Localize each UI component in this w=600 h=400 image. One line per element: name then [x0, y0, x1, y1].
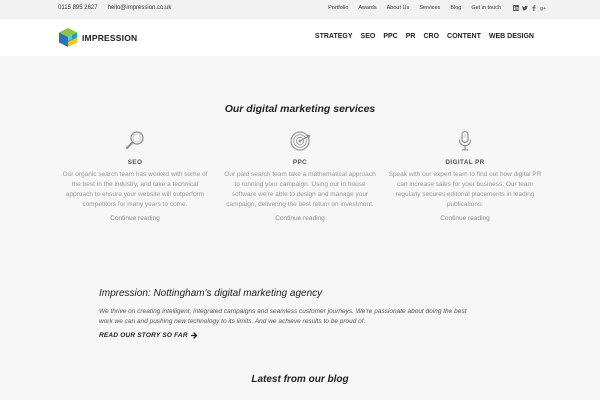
- service-card-ppc: PPC Our paid search team take a mathemat…: [223, 130, 377, 222]
- microphone-icon: [458, 130, 472, 151]
- agency-text: We thrive on creating intelligent, integ…: [99, 308, 467, 325]
- utility-nav: Portfolio Awards About Us Services Blog …: [328, 5, 546, 11]
- blog-heading: Latest from our blog: [251, 374, 349, 385]
- nav-item-content[interactable]: CONTENT: [447, 33, 481, 40]
- social-links: g+: [513, 5, 546, 11]
- arrow-right-icon: [190, 332, 197, 339]
- nav-item-pr[interactable]: PR: [406, 33, 416, 40]
- site-header: IMPRESSION STRATEGY SEO PPC PR CRO CONTE…: [0, 19, 600, 56]
- service-description: Speak with our expert team to find out h…: [388, 171, 542, 208]
- service-title: SEO: [127, 159, 143, 166]
- continue-reading-link[interactable]: Continue reading: [388, 215, 542, 222]
- nav-item-seo[interactable]: SEO: [361, 33, 376, 40]
- service-description: Our paid search team take a mathematical…: [224, 171, 376, 208]
- cta-label: READ OUR STORY SO FAR: [99, 332, 188, 339]
- facebook-icon[interactable]: [531, 5, 537, 11]
- contact-info: 0115 895 2627 hello@impression.co.uk: [58, 5, 171, 11]
- top-utility-bar: 0115 895 2627 hello@impression.co.uk Por…: [0, 0, 600, 19]
- agency-intro: Impression: Nottingham's digital marketi…: [99, 288, 479, 339]
- service-card-digital-pr: DIGITAL PR Speak with our expert team to…: [388, 130, 542, 222]
- utility-link-services[interactable]: Services: [419, 5, 440, 11]
- phone-link[interactable]: 0115 895 2627: [58, 5, 98, 11]
- continue-reading-link[interactable]: Continue reading: [223, 215, 377, 222]
- service-description: Our organic search team has worked with …: [62, 171, 208, 208]
- utility-link-blog[interactable]: Blog: [450, 5, 461, 11]
- nav-item-cro[interactable]: CRO: [423, 33, 439, 40]
- continue-reading-link[interactable]: Continue reading: [58, 215, 212, 222]
- email-link[interactable]: hello@impression.co.uk: [108, 5, 172, 11]
- impression-cube-logo-icon: [59, 28, 77, 47]
- svg-text:g+: g+: [540, 6, 546, 11]
- linkedin-icon[interactable]: [513, 5, 519, 11]
- nav-item-strategy[interactable]: STRATEGY: [315, 33, 353, 40]
- service-title: PPC: [292, 159, 308, 166]
- nav-item-web-design[interactable]: WEB DESIGN: [489, 33, 534, 40]
- main-navigation: STRATEGY SEO PPC PR CRO CONTENT WEB DESI…: [315, 33, 534, 40]
- services-heading: Our digital marketing services: [224, 103, 376, 115]
- twitter-icon[interactable]: [522, 5, 528, 11]
- magnifier-icon: [126, 131, 144, 149]
- utility-link-about-us[interactable]: About Us: [387, 5, 410, 11]
- target-icon: [290, 131, 311, 151]
- utility-link-portfolio[interactable]: Portfolio: [328, 5, 348, 11]
- agency-heading: Impression: Nottingham's digital marketi…: [99, 288, 323, 299]
- service-title: DIGITAL PR: [445, 159, 485, 166]
- logo-wordmark: IMPRESSION: [82, 32, 138, 43]
- site-logo[interactable]: IMPRESSION: [58, 27, 137, 48]
- google-plus-icon[interactable]: g+: [540, 5, 546, 11]
- utility-link-get-in-touch[interactable]: Get in touch: [471, 5, 501, 11]
- utility-link-awards[interactable]: Awards: [358, 5, 376, 11]
- service-card-seo: SEO Our organic search team has worked w…: [58, 130, 212, 222]
- nav-item-ppc[interactable]: PPC: [383, 33, 397, 40]
- read-our-story-link[interactable]: READ OUR STORY SO FAR: [99, 332, 479, 339]
